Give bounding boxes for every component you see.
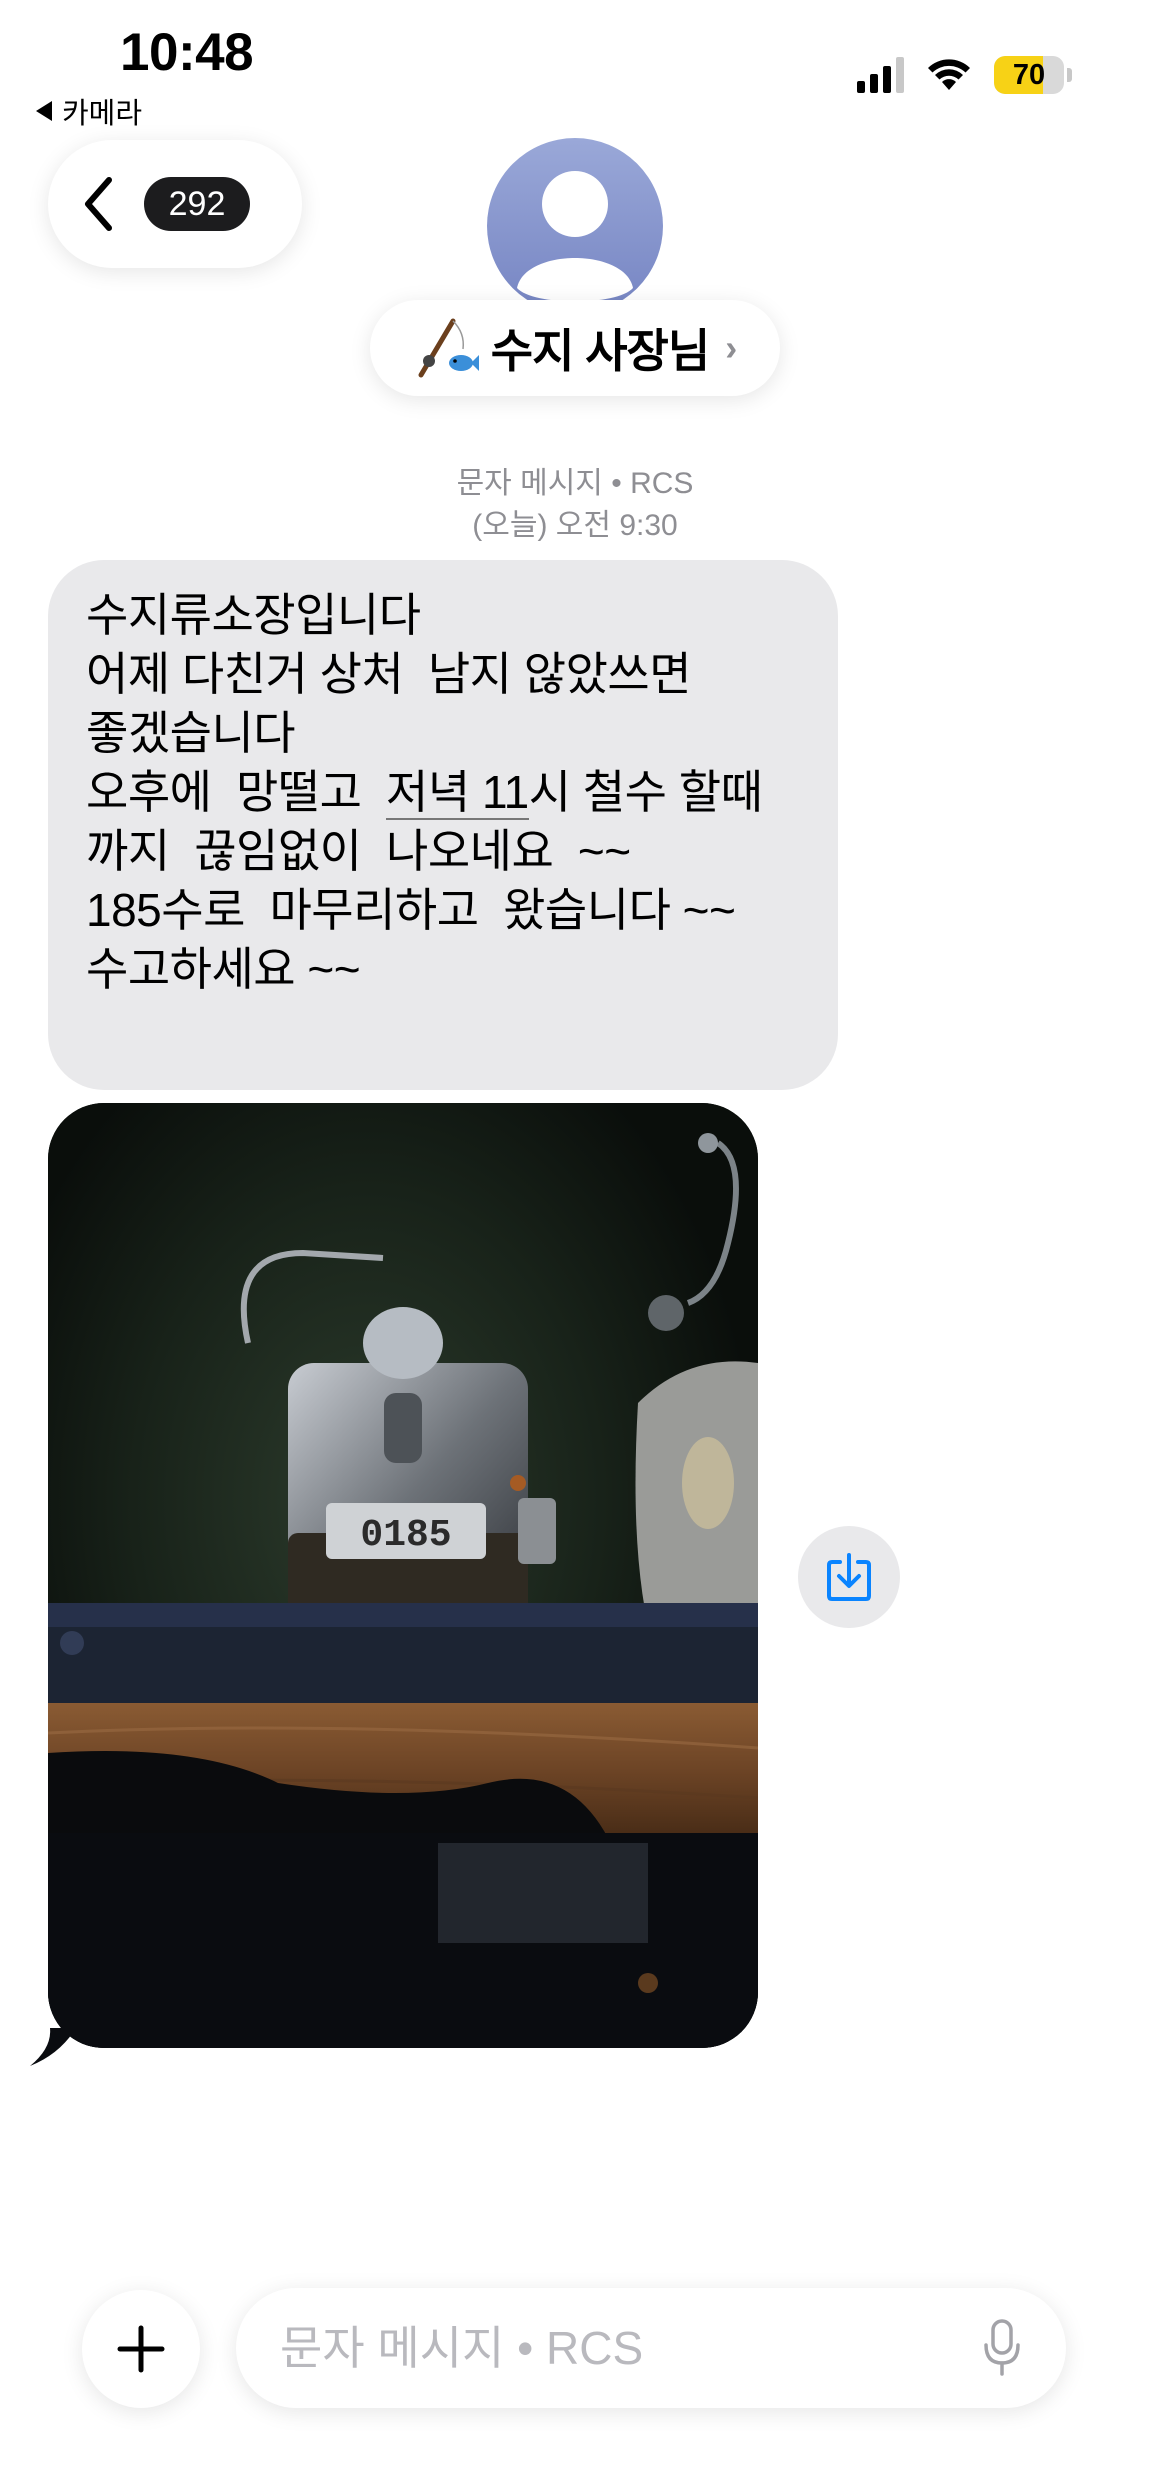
counter-digits: 0185 bbox=[360, 1514, 451, 1557]
contact-avatar[interactable] bbox=[487, 138, 663, 314]
contact-name-button[interactable]: 수지 사장님 › bbox=[370, 300, 780, 396]
messages-screen: 10:48 카메라 70 292 수지 사장님 › 문자 메시지 • RCS (… bbox=[0, 0, 1150, 2489]
message-timestamp: (오늘) 오전 9:30 bbox=[472, 509, 678, 542]
microphone-icon[interactable] bbox=[982, 2318, 1022, 2378]
message-input[interactable] bbox=[280, 2321, 982, 2375]
message-line: 어제 다친거 상처 남지 않았쓰면 bbox=[86, 648, 692, 700]
chevron-right-icon: › bbox=[725, 327, 738, 368]
chevron-left-icon bbox=[85, 177, 112, 231]
add-attachment-button[interactable] bbox=[82, 2290, 200, 2408]
unread-count-badge: 292 bbox=[144, 177, 250, 231]
back-to-app-link[interactable]: 카메라 bbox=[36, 90, 142, 132]
message-line-text: 오후에 망떨고 bbox=[86, 766, 387, 818]
photo-message[interactable]: 0185 bbox=[48, 1103, 758, 2048]
wifi-icon bbox=[928, 59, 970, 90]
detected-time-link[interactable]: 저녁 11 bbox=[386, 766, 529, 820]
message-line: 오후에 망떨고 저녁 11시 철수 할때 bbox=[86, 763, 800, 822]
back-app-label: 카메라 bbox=[62, 98, 143, 130]
message-line-text: 시 철수 할때 bbox=[528, 766, 763, 818]
message-composer[interactable] bbox=[236, 2288, 1066, 2408]
battery-icon: 70 bbox=[994, 56, 1072, 94]
back-triangle-icon bbox=[36, 101, 52, 121]
plus-icon bbox=[117, 2325, 165, 2373]
cellular-signal-icon bbox=[857, 57, 904, 93]
tally-counter-image: 0185 bbox=[48, 1103, 758, 2048]
message-line: 수고하세요 ~~ bbox=[86, 943, 361, 995]
bubble-tail bbox=[30, 2028, 76, 2066]
save-image-button[interactable] bbox=[798, 1526, 900, 1628]
message-line: 좋겠습니다 bbox=[86, 707, 296, 759]
battery-level-text: 70 bbox=[1012, 58, 1046, 91]
back-button[interactable]: 292 bbox=[48, 140, 302, 268]
message-line: 까지 끊임없이 나오네요 ~~ bbox=[86, 825, 631, 877]
person-silhouette-icon bbox=[517, 171, 633, 302]
download-tray-icon bbox=[827, 1553, 871, 1601]
incoming-message-bubble[interactable]: 수지류소장입니다 어제 다친거 상처 남지 않았쓰면 좋겠습니다 오후에 망떨고… bbox=[48, 560, 838, 1090]
fishing-pole-fish-emoji-icon bbox=[418, 318, 479, 378]
channel-label: 문자 메시지 • RCS bbox=[456, 467, 694, 500]
contact-name: 수지 사장님 bbox=[490, 325, 710, 377]
message-line: 185수로 마무리하고 왔습니다 ~~ bbox=[86, 884, 736, 936]
status-time: 10:48 bbox=[120, 23, 254, 82]
status-icons: 70 bbox=[857, 56, 1072, 94]
counter-photo[interactable]: 0185 bbox=[48, 1103, 758, 2048]
message-line: 수지류소장입니다 bbox=[86, 589, 421, 641]
